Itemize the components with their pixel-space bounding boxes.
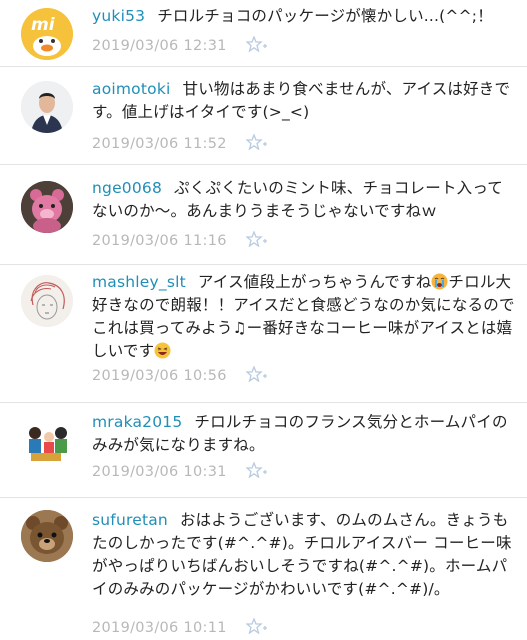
family-icon xyxy=(21,417,73,469)
comment-item: aoimotoki 甘い物はあまり食べませんが、アイスは好きです。値上げはイタイで… xyxy=(0,67,527,165)
comment-text: アイス値段上がっちゃうんですね xyxy=(197,273,432,291)
timestamp: 2019/03/06 11:52 xyxy=(92,136,227,152)
duck-mi-icon: mi xyxy=(21,8,73,60)
username[interactable]: mashley_slt xyxy=(92,273,186,291)
timestamp: 2019/03/06 10:56 xyxy=(92,368,227,384)
username[interactable]: aoimotoki xyxy=(92,80,171,98)
teddy-bear-icon xyxy=(21,510,73,562)
timestamp: 2019/03/06 12:31 xyxy=(92,38,227,54)
avatar[interactable] xyxy=(21,510,73,562)
avatar[interactable] xyxy=(21,81,73,133)
avatar[interactable] xyxy=(21,417,73,469)
pink-bear-icon xyxy=(21,181,73,233)
laughing-face-icon xyxy=(154,342,171,359)
avatar[interactable] xyxy=(21,275,73,327)
sketch-face-icon xyxy=(21,275,73,327)
avatar[interactable] xyxy=(21,181,73,233)
username[interactable]: sufuretan xyxy=(92,511,168,529)
timestamp: 2019/03/06 10:31 xyxy=(92,464,227,480)
man-photo-icon xyxy=(21,81,73,133)
favorite-star-icon[interactable] xyxy=(244,365,268,383)
favorite-star-icon[interactable] xyxy=(244,230,268,248)
comment-item: nge0068 ぷくぷくたいのミント味、チョコレート入ってないのか〜。あんまりうま… xyxy=(0,165,527,265)
timestamp: 2019/03/06 11:16 xyxy=(92,233,227,249)
favorite-star-icon[interactable] xyxy=(244,461,268,479)
comment-item: mashley_slt アイス値段上がっちゃうんですね チロル大好きなので朗報！！ア… xyxy=(0,265,527,403)
timestamp: 2019/03/06 10:11 xyxy=(92,620,227,636)
username[interactable]: nge0068 xyxy=(92,179,162,197)
avatar[interactable]: mi xyxy=(21,8,73,60)
comment-item: sufuretan おはようございます、のムのムさん。きょうもたのしかったです(#… xyxy=(0,498,527,640)
comment-text: チロルチョコのパッケージが懐かしい...(^^;！ xyxy=(157,7,493,25)
comment-item: mraka2015 チロルチョコのフランス気分とホームパイのみみが気になりますね。… xyxy=(0,403,527,498)
favorite-star-icon[interactable] xyxy=(244,35,268,53)
comment-item: mi yuki53 チロルチョコのパッケージが懐かしい...(^^;！ 2019/… xyxy=(0,0,527,67)
crying-face-icon xyxy=(431,273,448,290)
username[interactable]: yuki53 xyxy=(92,7,145,25)
favorite-star-icon[interactable] xyxy=(244,617,268,635)
favorite-star-icon[interactable] xyxy=(244,133,268,151)
svg-text:mi: mi xyxy=(31,15,56,35)
username[interactable]: mraka2015 xyxy=(92,413,182,431)
